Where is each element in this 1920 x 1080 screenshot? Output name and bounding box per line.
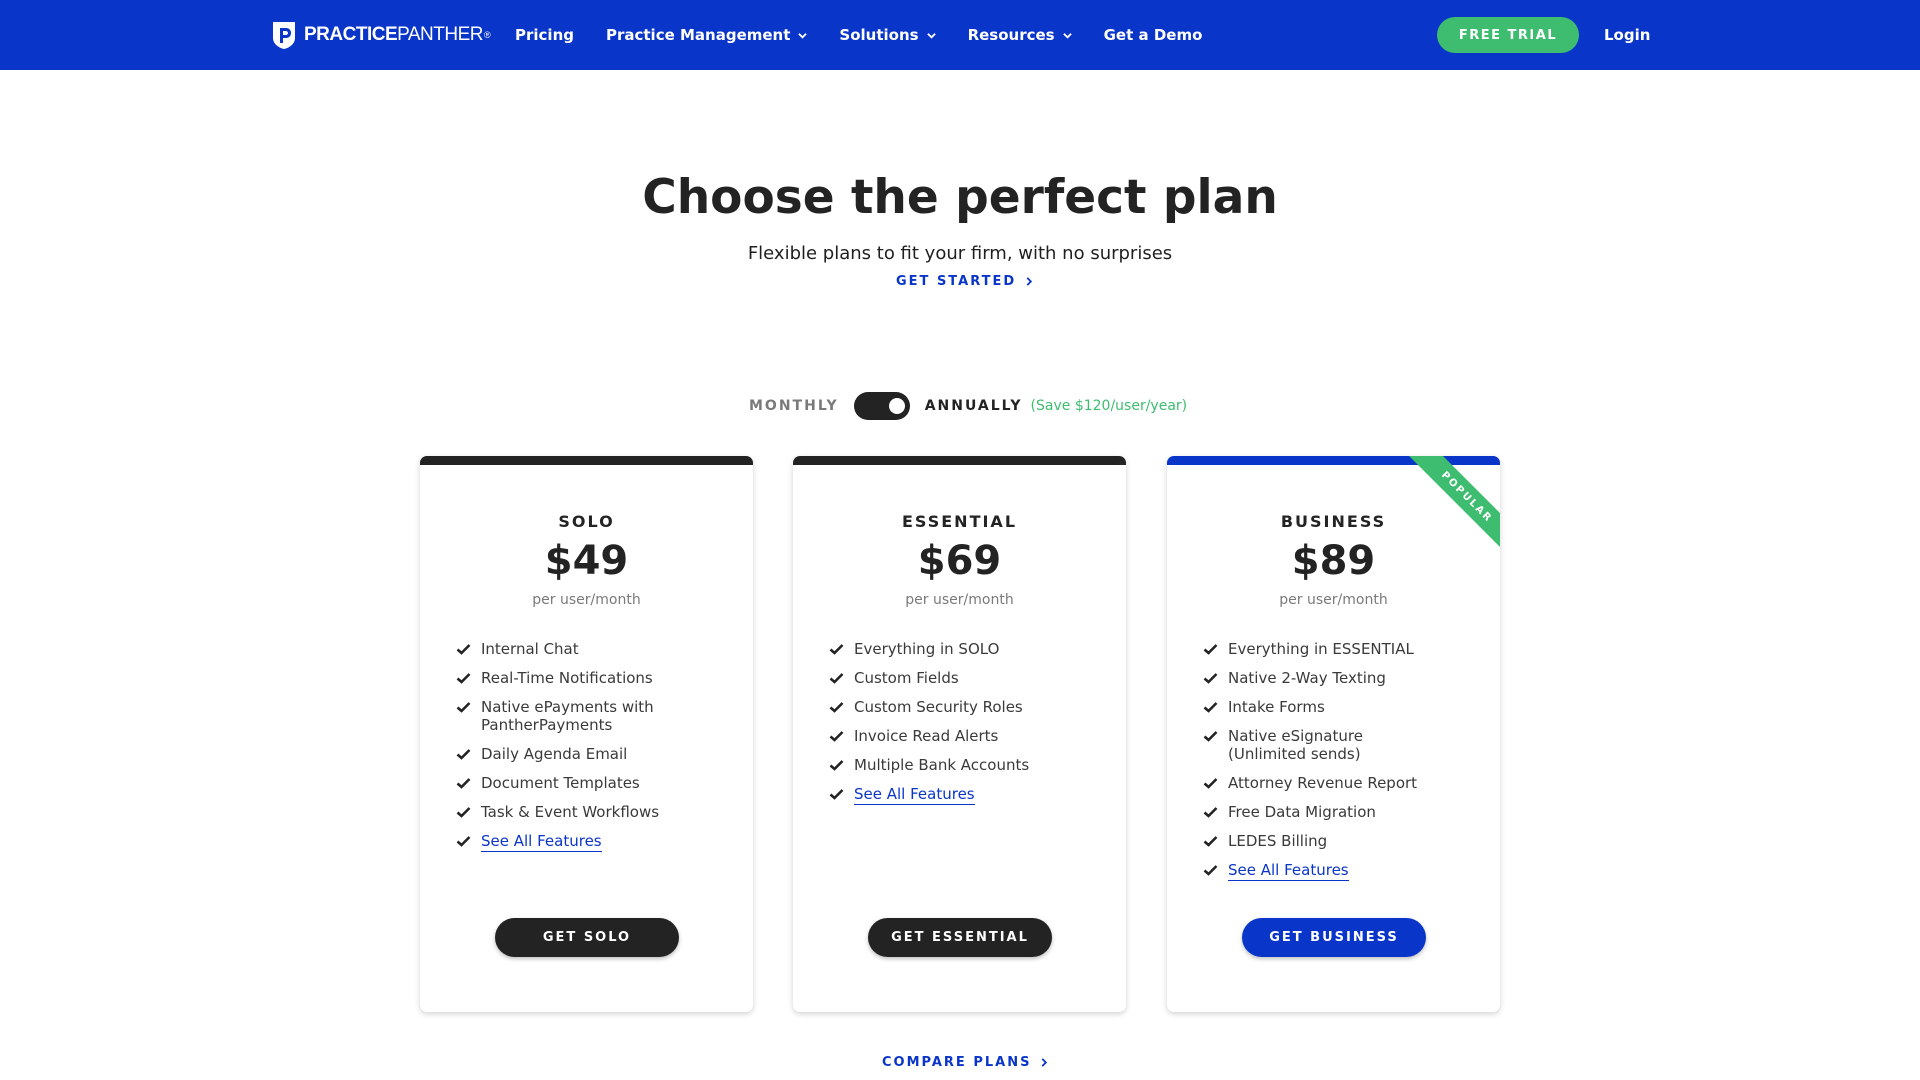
feature-item: Document Templates [456, 774, 736, 792]
plan-price: $89 [1291, 538, 1376, 584]
checkmark-icon [829, 702, 844, 713]
feature-item: LEDES Billing [1203, 832, 1483, 850]
plan-price-unit: per user/month [905, 592, 1014, 608]
billing-period-switch[interactable] [853, 392, 910, 420]
compare-plans-label: COMPARE PLANS [882, 1055, 1032, 1070]
checkmark-icon [456, 778, 471, 789]
checkmark-icon [829, 760, 844, 771]
feature-item: Intake Forms [1203, 698, 1483, 716]
card-top-bar [793, 456, 1126, 465]
get-started-link[interactable]: GET STARTED [896, 274, 1033, 289]
checkmark-icon [1203, 673, 1218, 684]
nav-get-a-demo[interactable]: Get a Demo [1104, 26, 1203, 44]
panther-shield-icon [273, 22, 295, 49]
login-link[interactable]: Login [1604, 26, 1650, 44]
page-title: Choose the perfect plan [642, 170, 1278, 225]
plan-price: $69 [917, 538, 1002, 584]
chevron-down-icon [798, 32, 808, 39]
nav-solutions[interactable]: Solutions [839, 26, 936, 44]
checkmark-icon [829, 789, 844, 800]
get-essential-button[interactable]: GET ESSENTIAL [868, 918, 1052, 957]
free-trial-button[interactable]: FREE TRIAL [1437, 17, 1579, 53]
registered-mark: ® [484, 30, 491, 40]
feature-item: Everything in SOLO [829, 640, 1109, 658]
card-top-bar [420, 456, 753, 465]
feature-item: Task & Event Workflows [456, 803, 736, 821]
feature-list: Everything in ESSENTIAL Native 2-Way Tex… [1203, 640, 1483, 892]
checkmark-icon [1203, 731, 1218, 742]
checkmark-icon [829, 731, 844, 742]
feature-list: Everything in SOLO Custom Fields Custom … [829, 640, 1109, 816]
annually-label[interactable]: ANNUALLY [925, 398, 1023, 414]
checkmark-icon [1203, 644, 1218, 655]
get-solo-button[interactable]: GET SOLO [495, 918, 679, 957]
plan-name: SOLO [558, 512, 615, 531]
nav-practice-management[interactable]: Practice Management [606, 26, 808, 44]
checkmark-icon [456, 702, 471, 713]
see-all-features-link[interactable]: See All Features [854, 785, 975, 805]
checkmark-icon [1203, 702, 1218, 713]
feature-item: Everything in ESSENTIAL [1203, 640, 1483, 658]
checkmark-icon [456, 749, 471, 760]
plan-price-unit: per user/month [532, 592, 641, 608]
feature-item: Internal Chat [456, 640, 736, 658]
nav-links: Pricing Practice Management Solutions Re… [515, 0, 1234, 70]
checkmark-icon [1203, 865, 1218, 876]
checkmark-icon [456, 836, 471, 847]
plan-card-business: POPULAR BUSINESS $89 per user/month Ever… [1167, 456, 1500, 1012]
feature-item: Daily Agenda Email [456, 745, 736, 763]
feature-item: See All Features [829, 785, 1109, 805]
plan-price-unit: per user/month [1279, 592, 1388, 608]
feature-item: Custom Security Roles [829, 698, 1109, 716]
feature-item: Native eSignature (Unlimited sends) [1203, 727, 1483, 763]
monthly-label[interactable]: MONTHLY [749, 398, 839, 414]
chevron-right-icon [1042, 1058, 1048, 1067]
get-started-label: GET STARTED [896, 274, 1017, 289]
feature-item: Native ePayments with PantherPayments [456, 698, 736, 734]
billing-toggle-group: MONTHLY ANNUALLY (Save $120/user/year) [749, 392, 1187, 420]
feature-item: Attorney Revenue Report [1203, 774, 1483, 792]
checkmark-icon [1203, 807, 1218, 818]
annual-savings-note: (Save $120/user/year) [1030, 398, 1188, 414]
feature-item: Native 2-Way Texting [1203, 669, 1483, 687]
plan-name: BUSINESS [1280, 512, 1387, 531]
feature-item: See All Features [456, 832, 736, 852]
plan-name: ESSENTIAL [901, 512, 1018, 531]
checkmark-icon [829, 644, 844, 655]
practicepanther-logo[interactable]: PRACTICEPANTHER ® [270, 20, 491, 50]
get-business-button[interactable]: GET BUSINESS [1242, 918, 1426, 957]
checkmark-icon [456, 673, 471, 684]
feature-item: Custom Fields [829, 669, 1109, 687]
chevron-down-icon [926, 32, 936, 39]
nav-pricing[interactable]: Pricing [515, 26, 574, 44]
top-navigation: PRACTICEPANTHER ® Pricing Practice Manag… [0, 0, 1920, 70]
see-all-features-link[interactable]: See All Features [1228, 861, 1349, 881]
plan-card-essential: ESSENTIAL $69 per user/month Everything … [793, 456, 1126, 1012]
feature-item: Invoice Read Alerts [829, 727, 1109, 745]
see-all-features-link[interactable]: See All Features [481, 832, 602, 852]
checkmark-icon [456, 644, 471, 655]
chevron-right-icon [1026, 277, 1033, 286]
page-subtitle: Flexible plans to fit your firm, with no… [747, 243, 1173, 264]
checkmark-icon [1203, 836, 1218, 847]
switch-knob [888, 398, 905, 414]
feature-item: See All Features [1203, 861, 1483, 881]
nav-resources[interactable]: Resources [968, 26, 1072, 44]
feature-item: Free Data Migration [1203, 803, 1483, 821]
feature-item: Multiple Bank Accounts [829, 756, 1109, 774]
checkmark-icon [456, 807, 471, 818]
checkmark-icon [829, 673, 844, 684]
feature-item: Real-Time Notifications [456, 669, 736, 687]
logo-wordmark: PRACTICEPANTHER [304, 24, 484, 45]
chevron-down-icon [1062, 32, 1072, 39]
plan-card-solo: SOLO $49 per user/month Internal Chat Re… [420, 456, 753, 1012]
feature-list: Internal Chat Real-Time Notifications Na… [456, 640, 736, 863]
compare-plans-link[interactable]: COMPARE PLANS [882, 1055, 1048, 1070]
checkmark-icon [1203, 778, 1218, 789]
plan-price: $49 [544, 538, 629, 584]
